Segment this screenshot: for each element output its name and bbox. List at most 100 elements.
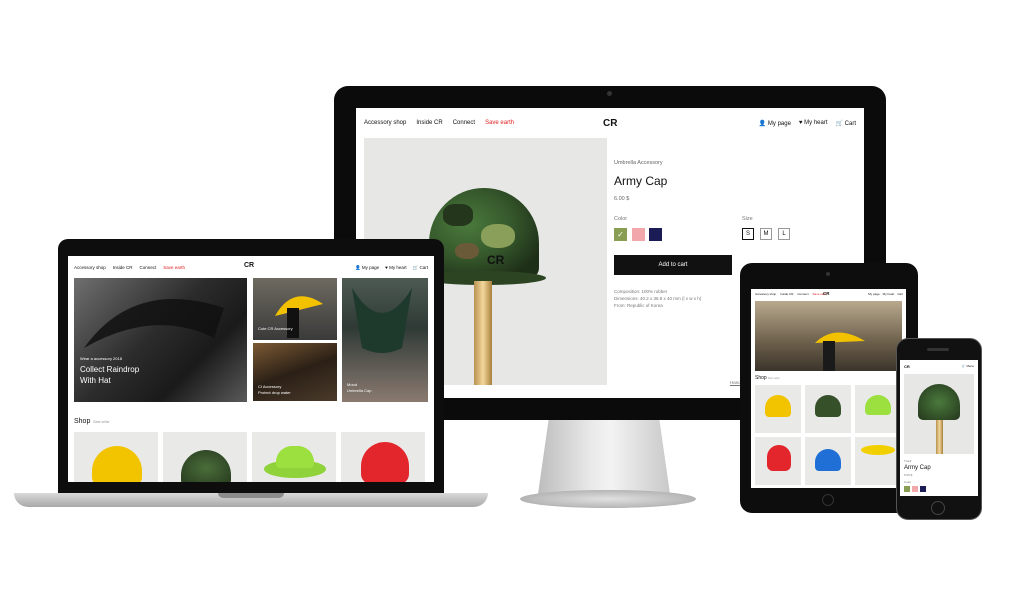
my-heart-link[interactable]: ♥ My heart	[385, 265, 406, 271]
tablet-camera	[826, 272, 830, 276]
shop-title: Shop	[74, 418, 91, 425]
nav-accessory-shop[interactable]: Accessory shop	[755, 292, 776, 296]
nav-inside-cr[interactable]: Inside CR	[416, 120, 442, 126]
cart-icon: 🛒	[412, 265, 419, 270]
imac-stand-foot	[520, 490, 696, 508]
color-swatch-green[interactable]: ✓	[614, 228, 627, 241]
shop-heading: Shop Best seller	[74, 418, 110, 425]
site-logo[interactable]: CR	[244, 262, 254, 269]
my-page-label: My page	[767, 121, 791, 127]
nav-accessory-shop[interactable]: Accessory shop	[74, 265, 106, 270]
nav-save-earth[interactable]: Save earth	[163, 265, 185, 270]
imac-camera	[607, 91, 612, 96]
product-price: 6.00 $	[614, 196, 630, 202]
size-m[interactable]: M	[760, 228, 772, 240]
phone-swatch-green[interactable]	[904, 486, 910, 492]
cart-link[interactable]: Cart	[897, 292, 903, 296]
laptop-notch	[218, 493, 284, 498]
green-hat	[276, 446, 314, 468]
phone-speaker	[927, 348, 949, 351]
tablet-card-yellow[interactable]	[755, 385, 801, 433]
nav-save-earth[interactable]: Save earth	[485, 120, 514, 126]
my-heart-link[interactable]: ♥ My heart	[799, 120, 828, 127]
product-card-yellow[interactable]	[74, 432, 158, 482]
tile2-caption: Cute CR Accessory	[258, 326, 293, 331]
color-label: Color	[614, 216, 628, 222]
color-swatch-navy[interactable]	[649, 228, 662, 241]
phone-product-name: Army Cap	[904, 465, 931, 471]
helmet-logo: CR	[487, 253, 505, 267]
my-page-link[interactable]: 👤 My page	[355, 265, 379, 271]
tablet-hero-photo	[815, 332, 865, 371]
nav-inside-cr[interactable]: Inside CR	[780, 292, 793, 296]
size-l[interactable]: L	[778, 228, 790, 240]
cart-label: Cart	[844, 121, 856, 127]
tablet-home-button[interactable]	[822, 494, 834, 506]
nav-inside-cr[interactable]: Inside CR	[113, 265, 133, 270]
desktop-nav: Accessory shop Inside CR Connect Save ea…	[356, 108, 864, 138]
my-heart-label: My heart	[389, 265, 407, 270]
composition-line: Composition: 100% rubber	[614, 289, 668, 294]
phone-menu-label: Menu	[966, 364, 974, 368]
hero-title-line-1: Collect Raindrop	[80, 365, 140, 374]
product-card-green[interactable]	[252, 432, 336, 482]
tablet-screen: Accessory shop Inside CR Connect Save ea…	[751, 289, 906, 488]
site-logo[interactable]: CR	[603, 118, 617, 129]
phone-swatch-navy[interactable]	[920, 486, 926, 492]
yellow-cap	[92, 446, 142, 482]
user-icon: 👤	[355, 265, 361, 270]
product-composition: Composition: 100% rubber Dimensions: 40.…	[614, 288, 701, 309]
tile-rain-drops[interactable]: CI Accessory Protect drop water	[253, 343, 337, 401]
tablet-card-blue[interactable]	[805, 437, 851, 485]
cart-icon: 🛒	[835, 121, 843, 127]
nav-accessory-shop[interactable]: Accessory shop	[364, 120, 406, 126]
phone-army-cap	[918, 384, 960, 420]
heart-icon: ♥	[385, 265, 388, 270]
laptop-nav: Accessory shop Inside CR Connect Save ea…	[68, 256, 434, 276]
army-cap-helmet: CR	[429, 188, 539, 278]
product-card-red[interactable]	[341, 432, 425, 482]
my-heart-link[interactable]: My heart	[883, 292, 895, 296]
phone-color-label: Color	[904, 480, 912, 484]
tablet-card-yellow-brim[interactable]	[855, 437, 901, 485]
size-s[interactable]: S	[742, 228, 754, 240]
phone-swatch-pink[interactable]	[912, 486, 918, 492]
check-icon: ✓	[617, 230, 624, 239]
phone-menu-button[interactable]: 🛒 Menu	[962, 364, 974, 368]
phone-product-image	[904, 374, 974, 454]
dimensions-line: Dimensions: 40.2 x 36.8 x 40 mm (l x w x…	[614, 296, 702, 301]
army-cap	[181, 450, 231, 482]
tablet-card-red[interactable]	[755, 437, 801, 485]
site-logo[interactable]: CR	[904, 364, 910, 369]
tablet-shop-heading: Shop Best seller	[755, 375, 780, 381]
nav-connect[interactable]: Connect	[140, 265, 157, 270]
hero-title-line-2: With Hat	[80, 376, 111, 385]
tablet-card-army[interactable]	[805, 385, 851, 433]
laptop-screen: Accessory shop Inside CR Connect Save ea…	[68, 256, 434, 482]
heart-icon: ♥	[798, 120, 803, 126]
user-icon: 👤	[758, 121, 767, 127]
cart-link[interactable]: 🛒 Cart	[836, 120, 857, 127]
tile3-caption: Protect drop water	[258, 390, 291, 395]
my-page-link[interactable]: 👤 My page	[759, 120, 791, 127]
phone-home-button[interactable]	[931, 501, 945, 515]
nav-connect[interactable]: Connect	[453, 120, 475, 126]
product-name: Army Cap	[614, 174, 668, 188]
product-category: Umbrella Accessory	[614, 160, 663, 166]
add-to-cart-button[interactable]: Add to cart	[614, 255, 732, 275]
hero-tile[interactable]: Wear a accessory 2018 Collect Raindrop W…	[74, 278, 247, 402]
product-info: Umbrella Accessory Army Cap 6.00 $	[614, 160, 854, 202]
cart-link[interactable]: 🛒 Cart	[413, 265, 428, 271]
nav-connect[interactable]: Connect	[797, 292, 808, 296]
tile-green-umbrella[interactable]: Mood Umbrella Cap	[342, 278, 428, 402]
tablet-card-green[interactable]	[855, 385, 901, 433]
tablet-hero-image[interactable]	[755, 301, 902, 371]
color-swatch-pink[interactable]	[632, 228, 645, 241]
phone-umbrella-handle	[936, 420, 943, 454]
product-card-army[interactable]	[163, 432, 247, 482]
site-logo[interactable]: CR	[823, 291, 830, 296]
my-page-link[interactable]: My page	[868, 292, 880, 296]
hero-small-caption: Wear a accessory 2018	[80, 356, 122, 361]
tile-yellow-umbrella[interactable]: Cute CR Accessory	[253, 278, 337, 340]
my-heart-label: My heart	[804, 120, 828, 126]
